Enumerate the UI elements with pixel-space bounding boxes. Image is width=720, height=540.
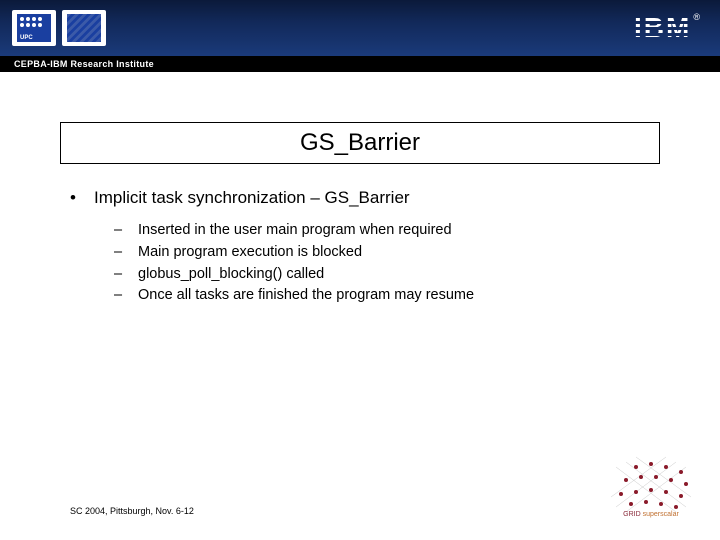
sub-bullet-text: globus_poll_blocking() called	[138, 264, 324, 286]
sub-bullet-text: Main program execution is blocked	[138, 242, 362, 264]
institute-label: CEPBA-IBM Research Institute	[14, 59, 154, 69]
main-bullet-text: Implicit task synchronization – GS_Barri…	[94, 188, 410, 208]
dash-icon: –	[114, 220, 138, 242]
list-item: – globus_poll_blocking() called	[114, 264, 670, 286]
grid-logo-text: GRID superscalar	[606, 511, 696, 518]
left-logos: UPC	[12, 10, 106, 46]
list-item: – Once all tasks are finished the progra…	[114, 285, 670, 307]
upc-logo: UPC	[12, 10, 56, 46]
dash-icon: –	[114, 264, 138, 286]
main-bullet: • Implicit task synchronization – GS_Bar…	[70, 188, 670, 208]
list-item: – Main program execution is blocked	[114, 242, 670, 264]
slide-content: • Implicit task synchronization – GS_Bar…	[70, 188, 670, 307]
list-item: – Inserted in the user main program when…	[114, 220, 670, 242]
dash-icon: –	[114, 285, 138, 307]
grid-superscalar-logo: GRID superscalar	[606, 452, 696, 522]
slide-title: GS_Barrier	[61, 129, 659, 157]
header-sub-bar: CEPBA-IBM Research Institute	[0, 56, 720, 72]
footer-text: SC 2004, Pittsburgh, Nov. 6-12	[70, 506, 194, 516]
ibm-logo: IBM®	[634, 12, 700, 44]
sub-bullet-list: – Inserted in the user main program when…	[114, 220, 670, 307]
sub-bullet-text: Inserted in the user main program when r…	[138, 220, 452, 242]
bullet-dot-icon: •	[70, 188, 94, 208]
header-top-bar: UPC IBM®	[0, 0, 720, 56]
stripe-logo	[62, 10, 106, 46]
sub-bullet-text: Once all tasks are finished the program …	[138, 285, 474, 307]
dash-icon: –	[114, 242, 138, 264]
slide-title-box: GS_Barrier	[60, 122, 660, 164]
